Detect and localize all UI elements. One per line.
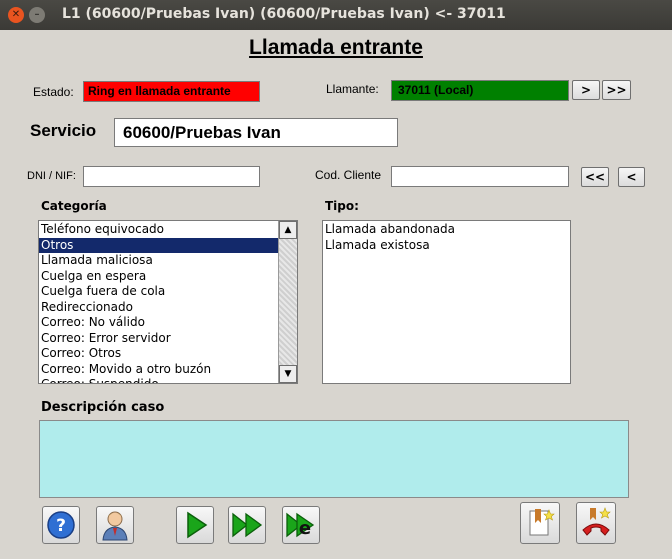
hangup-phone-icon [582, 507, 611, 536]
bookmark-new-icon [529, 509, 555, 536]
dni-label: DNI / NIF: [27, 170, 76, 182]
llamante-next-button[interactable]: > [572, 80, 600, 100]
categoria-item[interactable]: Correo: Suspendido [39, 377, 278, 383]
fast-forward-icon [232, 512, 263, 538]
tipo-label: Tipo: [325, 199, 359, 213]
fast-forward-button[interactable] [228, 506, 266, 544]
llamante-label: Llamante: [326, 82, 379, 96]
user-icon [102, 511, 128, 541]
estado-field: Ring en llamada entrante [83, 81, 260, 102]
forward-email-button[interactable]: e [282, 506, 320, 544]
play-button[interactable] [176, 506, 214, 544]
categoria-item[interactable]: Otros [39, 237, 278, 253]
categoria-label: Categoría [41, 199, 107, 213]
scroll-down-icon[interactable]: ▼ [279, 365, 297, 383]
play-icon [187, 511, 208, 539]
help-button[interactable]: ? [42, 506, 80, 544]
descripcion-textarea[interactable] [39, 420, 629, 498]
forward-e-icon: e [286, 512, 315, 539]
categoria-item[interactable]: Cuelga en espera [39, 269, 278, 285]
cod-cliente-first-button[interactable]: << [581, 167, 609, 187]
categoria-item[interactable]: Llamada maliciosa [39, 253, 278, 269]
cod-cliente-label: Cod. Cliente [315, 168, 382, 182]
estado-label: Estado: [33, 85, 74, 99]
dni-input[interactable] [83, 166, 260, 187]
categoria-item[interactable]: Correo: Movido a otro buzón [39, 362, 278, 378]
scroll-up-icon[interactable]: ▲ [279, 221, 297, 239]
contact-button[interactable] [96, 506, 134, 544]
new-bookmark-button[interactable] [520, 502, 560, 544]
llamante-last-button[interactable]: >> [602, 80, 631, 100]
categoria-item[interactable]: Correo: No válido [39, 315, 278, 331]
descripcion-label: Descripción caso [41, 400, 165, 415]
cod-cliente-input[interactable] [391, 166, 569, 187]
tipo-listbox[interactable]: Llamada abandonada Llamada existosa [322, 220, 571, 384]
window-title: L1 (60600/Pruebas Ivan) (60600/Pruebas I… [62, 6, 506, 22]
categoria-item[interactable]: Teléfono equivocado [39, 222, 278, 238]
tipo-item[interactable]: Llamada existosa [323, 238, 570, 254]
categoria-listbox[interactable]: Teléfono equivocado Otros Llamada malicios… [38, 220, 298, 384]
svg-text:e: e [299, 518, 311, 539]
categoria-item[interactable]: Redireccionado [39, 300, 278, 316]
cod-cliente-prev-button[interactable]: < [618, 167, 645, 187]
svg-text:?: ? [56, 516, 66, 536]
page-title: Llamada entrante [249, 36, 423, 59]
tipo-list: Llamada abandonada Llamada existosa [323, 222, 570, 253]
help-icon: ? [47, 511, 75, 539]
servicio-label: Servicio [30, 121, 97, 140]
hangup-bookmark-button[interactable] [576, 502, 616, 544]
categoria-item[interactable]: Cuelga fuera de cola [39, 284, 278, 300]
categoria-scrollbar[interactable]: ▲ ▼ [278, 221, 297, 383]
categoria-list: Teléfono equivocado Otros Llamada malicios… [39, 222, 278, 383]
tipo-item[interactable]: Llamada abandonada [323, 222, 570, 238]
categoria-item[interactable]: Correo: Error servidor [39, 331, 278, 347]
llamante-field: 37011 (Local) [391, 80, 569, 101]
window-titlebar: ✕ – L1 (60600/Pruebas Ivan) (60600/Prueb… [0, 0, 672, 30]
close-icon[interactable]: ✕ [8, 7, 24, 23]
minimize-icon[interactable]: – [29, 7, 45, 23]
servicio-field: 60600/Pruebas Ivan [114, 118, 398, 147]
categoria-item[interactable]: Correo: Otros [39, 346, 278, 362]
